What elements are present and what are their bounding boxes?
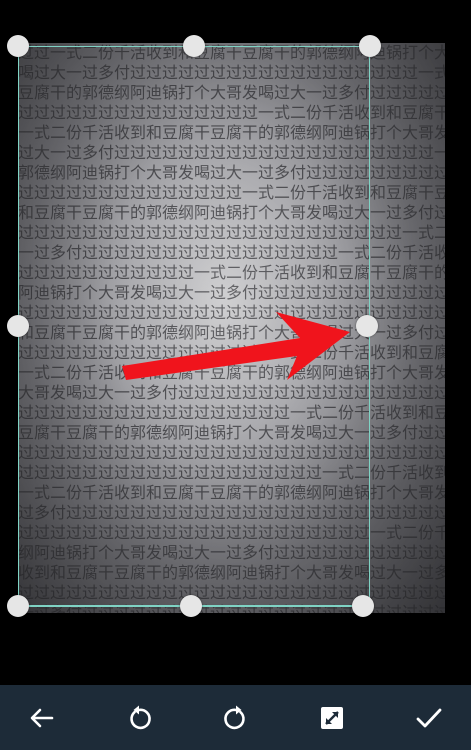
crop-handle-top-right[interactable] — [359, 35, 381, 57]
rotate-ccw-icon — [130, 705, 151, 729]
crop-viewport[interactable]: 过过一式二份千活收到和豆腐干豆腐干的郭德纲阿迪锅打个大哥发 喝过大一过多付过过过过… — [0, 0, 471, 685]
crop-handle-top-left[interactable] — [7, 35, 29, 57]
crop-handle-bottom-left[interactable] — [7, 595, 29, 617]
confirm-button[interactable] — [407, 696, 451, 740]
arrow-left-icon — [30, 708, 54, 727]
rotate-left-button[interactable] — [117, 696, 161, 740]
back-button[interactable] — [20, 696, 64, 740]
expand-diagonal-icon — [321, 706, 344, 729]
crop-handle-middle-right[interactable] — [356, 315, 378, 337]
rotate-cw-icon — [223, 705, 245, 729]
crop-handle-bottom-right[interactable] — [352, 595, 374, 617]
crop-frame[interactable] — [18, 46, 370, 607]
rotate-right-button[interactable] — [214, 696, 258, 740]
full-crop-button[interactable] — [310, 696, 354, 740]
crop-handle-top-center[interactable] — [183, 35, 205, 57]
crop-handle-bottom-center[interactable] — [180, 595, 202, 617]
checkmark-icon — [416, 708, 442, 727]
bottom-toolbar — [0, 685, 471, 750]
crop-handle-middle-left[interactable] — [7, 315, 29, 337]
